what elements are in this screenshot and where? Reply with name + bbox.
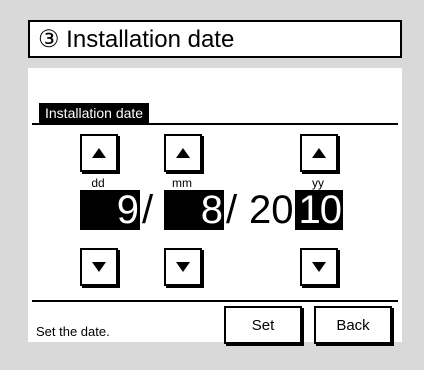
top-divider [32,123,398,125]
screen-title: ③ Installation date [38,25,235,53]
day-up-button[interactable] [80,134,118,172]
triangle-up-icon [92,148,106,158]
triangle-down-icon [176,262,190,272]
set-button[interactable]: Set [224,306,302,344]
month-up-button[interactable] [164,134,202,172]
date-separator-2: / [226,188,238,232]
day-down-button[interactable] [80,248,118,286]
triangle-up-icon [176,148,190,158]
settings-panel: Installation date dd mm yy 9 / 8 / 20 10… [28,68,402,344]
day-value[interactable]: 9 [80,190,140,230]
date-separator-1: / [142,188,154,232]
triangle-down-icon [92,262,106,272]
year-down-button[interactable] [300,248,338,286]
month-label: mm [172,176,192,190]
year-value[interactable]: 10 [295,190,343,230]
month-value[interactable]: 8 [164,190,224,230]
section-label: Installation date [39,103,150,123]
status-hint: Set the date. [36,324,110,339]
day-label: dd [91,176,105,190]
triangle-down-icon [312,262,326,272]
screen-title-box: ③ Installation date [28,20,402,58]
back-button[interactable]: Back [314,306,392,344]
year-prefix: 20 [249,188,294,232]
month-down-button[interactable] [164,248,202,286]
triangle-up-icon [312,148,326,158]
year-up-button[interactable] [300,134,338,172]
bottom-divider [32,300,398,302]
